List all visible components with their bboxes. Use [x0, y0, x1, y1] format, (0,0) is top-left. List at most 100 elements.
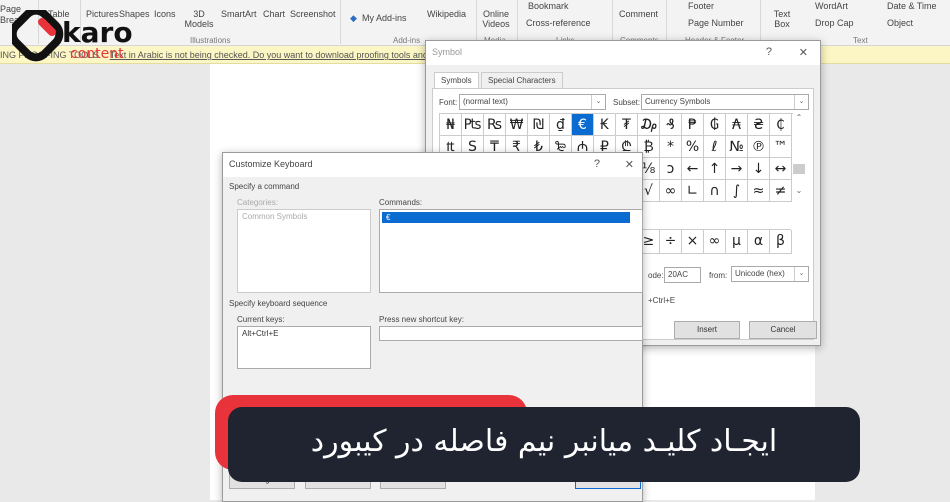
recent-symbol-cell[interactable]: ∞	[704, 230, 726, 254]
tab-symbols[interactable]: Symbols	[434, 72, 479, 88]
symbol-cell[interactable]: ↑	[704, 158, 726, 180]
ribbon-text-box[interactable]: Text Box	[770, 9, 794, 29]
ribbon-drop-cap[interactable]: Drop Cap	[815, 18, 854, 28]
category-item[interactable]: Common Symbols	[238, 210, 370, 223]
symbol-cell[interactable]: ₦	[440, 114, 462, 136]
symbol-cell[interactable]: ∩	[704, 180, 726, 202]
from-value: Unicode (hex)	[735, 269, 785, 278]
symbol-cell[interactable]: ↄ	[660, 158, 682, 180]
ribbon-cross-reference[interactable]: Cross-reference	[526, 18, 591, 28]
symbol-cell[interactable]: ₴	[748, 114, 770, 136]
symbol-cell[interactable]: ₩	[506, 114, 528, 136]
ribbon-online-videos[interactable]: Online Videos	[480, 9, 512, 29]
karo-content-logo: karo content	[8, 6, 152, 66]
group-text: Text	[853, 36, 868, 45]
group-addins: Add-ins	[393, 36, 421, 45]
ribbon-smartart[interactable]: SmartArt	[221, 9, 257, 19]
symbol-cell[interactable]: ℗	[748, 136, 770, 158]
new-shortcut-input[interactable]	[379, 326, 643, 341]
svg-text:karo: karo	[62, 16, 133, 49]
recent-symbol-cell[interactable]: ×	[682, 230, 704, 254]
ribbon-footer[interactable]: Footer	[688, 1, 714, 11]
symbol-cell[interactable]: ₳	[726, 114, 748, 136]
recent-symbols: ≥ ÷ × ∞ µ α β	[637, 229, 792, 254]
cancel-button[interactable]: Cancel	[749, 321, 817, 339]
symbol-cell[interactable]: №	[726, 136, 748, 158]
ribbon-my-addins[interactable]: My Add-ins	[362, 13, 407, 23]
help-button[interactable]: ?	[594, 158, 600, 170]
current-key-item[interactable]: Alt+Ctrl+E	[238, 327, 370, 340]
grid-scrollbar[interactable]: ⌃ ⌄	[793, 113, 805, 201]
help-button[interactable]: ?	[766, 46, 772, 58]
recent-symbol-cell[interactable]: α	[748, 230, 770, 254]
ribbon-object[interactable]: Object	[887, 18, 913, 28]
char-code-label: ode:	[648, 271, 664, 280]
font-select[interactable]: (normal text) ⌄	[459, 94, 606, 110]
customize-dialog-title: Customize Keyboard	[229, 159, 313, 169]
recent-symbol-cell[interactable]: ÷	[660, 230, 682, 254]
symbol-cell[interactable]: ∞	[660, 180, 682, 202]
ribbon-bookmark[interactable]: Bookmark	[528, 1, 569, 11]
ribbon-date-time[interactable]: Date & Time	[887, 1, 937, 11]
command-item[interactable]: €	[382, 212, 630, 223]
symbol-cell[interactable]: ₪	[528, 114, 550, 136]
symbol-cell[interactable]: ₰	[660, 114, 682, 136]
ribbon-comment[interactable]: Comment	[619, 9, 658, 19]
symbol-cell[interactable]: ₵	[770, 114, 792, 136]
recent-symbol-cell[interactable]: µ	[726, 230, 748, 254]
chevron-up-icon[interactable]: ⌃	[793, 113, 805, 122]
recent-symbol-cell[interactable]: β	[770, 230, 792, 254]
ribbon-chart[interactable]: Chart	[263, 9, 285, 19]
symbol-cell[interactable]: ₫	[550, 114, 572, 136]
font-value: (normal text)	[463, 97, 508, 106]
ribbon-screenshot[interactable]: Screenshot	[290, 9, 336, 19]
symbol-cell[interactable]: ₮	[616, 114, 638, 136]
symbol-cell[interactable]: %	[682, 136, 704, 158]
symbol-dialog-title: Symbol	[432, 47, 463, 57]
char-code-input[interactable]: 20AC	[664, 267, 701, 283]
symbol-cell[interactable]: ∟	[682, 180, 704, 202]
symbol-cell[interactable]: ←	[682, 158, 704, 180]
ribbon-icons[interactable]: Icons	[154, 9, 176, 19]
specify-command-heading: Specify a command	[229, 182, 300, 191]
from-select[interactable]: Unicode (hex) ⌄	[731, 266, 809, 282]
font-label: Font:	[439, 98, 458, 107]
insert-button[interactable]: Insert	[674, 321, 740, 339]
symbol-cell[interactable]: ≠	[770, 180, 792, 202]
ribbon-page-number[interactable]: Page Number	[688, 18, 744, 28]
tab-special-characters[interactable]: Special Characters	[481, 72, 563, 89]
ribbon-3d-models[interactable]: 3D Models	[182, 9, 216, 29]
from-label: from:	[709, 271, 728, 280]
symbol-cell[interactable]: ₨	[484, 114, 506, 136]
symbol-cell[interactable]: ℓ	[704, 136, 726, 158]
symbol-cell[interactable]: ₭	[594, 114, 616, 136]
specify-sequence-heading: Specify keyboard sequence	[229, 299, 328, 308]
symbol-cell[interactable]: ™	[770, 136, 792, 158]
current-keys-list[interactable]: Alt+Ctrl+E	[237, 326, 371, 369]
symbol-cell[interactable]: ≈	[748, 180, 770, 202]
symbol-cell[interactable]: ↓	[748, 158, 770, 180]
symbol-cell[interactable]: ₧	[462, 114, 484, 136]
commands-label: Commands:	[379, 198, 423, 207]
close-button[interactable]: ✕	[799, 46, 808, 59]
current-keys-label: Current keys:	[237, 315, 285, 324]
subset-select[interactable]: Currency Symbols ⌄	[641, 94, 809, 110]
symbol-cell[interactable]: →	[726, 158, 748, 180]
symbol-cell[interactable]: ↔	[770, 158, 792, 180]
symbol-cell[interactable]: ₲	[704, 114, 726, 136]
symbol-cell[interactable]: ₱	[682, 114, 704, 136]
ribbon-wikipedia[interactable]: Wikipedia	[427, 9, 466, 19]
chevron-down-icon: ⌄	[794, 267, 808, 281]
ribbon-wordart[interactable]: WordArt	[815, 1, 848, 11]
symbol-dialog-titlebar: Symbol ? ✕	[426, 41, 820, 65]
message-bar-link[interactable]: Text in Arabic is not being checked. Do …	[110, 50, 438, 60]
chevron-down-icon[interactable]: ⌄	[793, 186, 805, 195]
symbol-cell[interactable]: ∫	[726, 180, 748, 202]
new-shortcut-label: Press new shortcut key:	[379, 315, 464, 324]
close-button[interactable]: ✕	[625, 158, 634, 171]
categories-list[interactable]: Common Symbols	[237, 209, 371, 293]
symbol-cell[interactable]: *	[660, 136, 682, 158]
commands-list[interactable]: €	[379, 209, 643, 293]
symbol-cell[interactable]: €	[572, 114, 594, 136]
symbol-cell[interactable]: ₯	[638, 114, 660, 136]
